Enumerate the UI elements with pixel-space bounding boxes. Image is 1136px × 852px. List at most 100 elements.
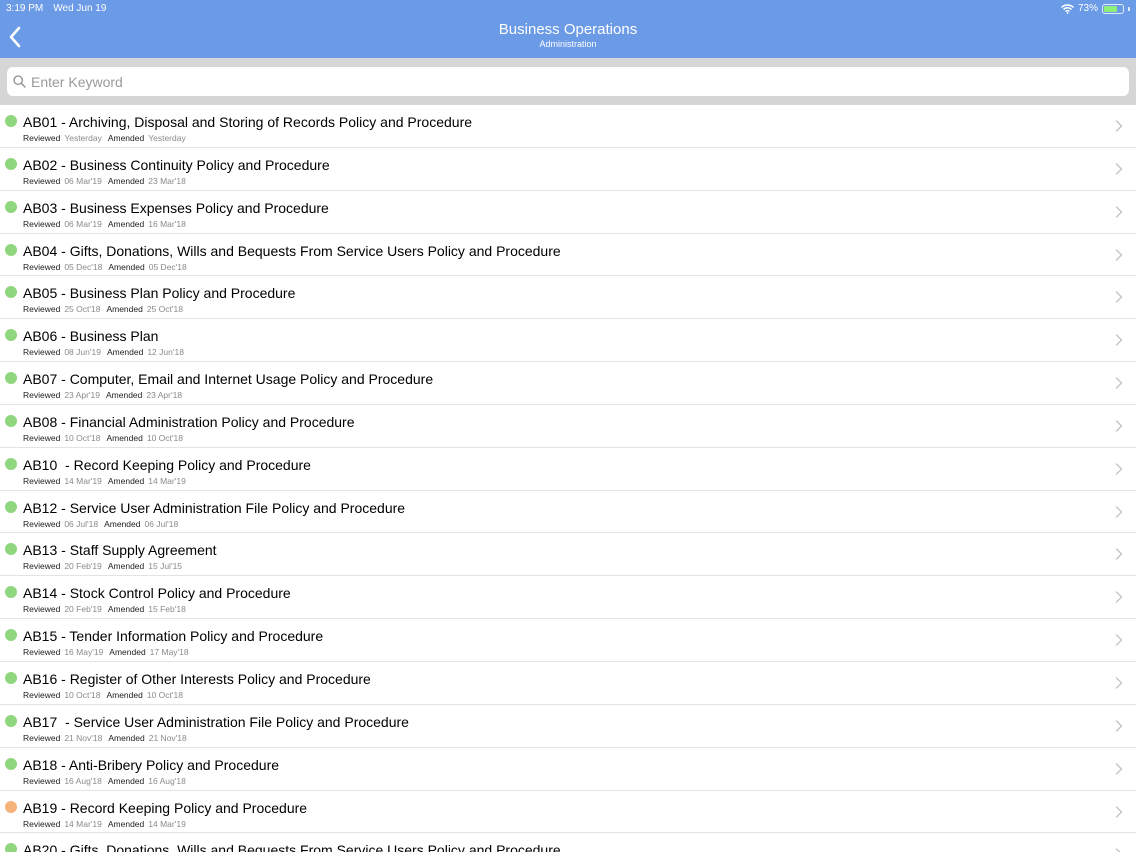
item-meta: Reviewed 14 Mar'19 Amended 14 Mar'19 xyxy=(23,819,192,829)
amended-label: Amended xyxy=(107,218,145,229)
amended-label: Amended xyxy=(104,518,141,529)
item-title: AB15 - Tender Information Policy and Pro… xyxy=(23,628,324,645)
list-item[interactable]: AB03 - Business Expenses Policy and Proc… xyxy=(0,191,1136,234)
chevron-right-icon xyxy=(1115,291,1123,304)
item-meta: Reviewed Yesterday Amended Yesterday xyxy=(23,133,192,143)
chevron-right-icon xyxy=(1115,548,1123,561)
item-meta: Reviewed 06 Mar'19 Amended 16 Mar'18 xyxy=(23,219,192,229)
status-dot xyxy=(5,629,17,642)
reviewed-date: 16 Aug'18 xyxy=(64,775,102,786)
list-item[interactable]: AB15 - Tender Information Policy and Pro… xyxy=(0,619,1136,662)
amended-label: Amended xyxy=(107,561,145,572)
status-dot xyxy=(5,157,17,170)
status-dot xyxy=(5,543,17,556)
list-item[interactable]: AB20 - Gifts, Donations, Wills and Beque… xyxy=(0,833,1136,852)
status-dot xyxy=(5,286,17,299)
list-item[interactable]: AB01 - Archiving, Disposal and Storing o… xyxy=(0,105,1136,148)
reviewed-label: Reviewed xyxy=(23,261,61,272)
list-item[interactable]: AB14 - Stock Control Policy and Procedur… xyxy=(0,576,1136,620)
item-title: AB02 - Business Continuity Policy and Pr… xyxy=(23,156,330,173)
list-item[interactable]: AB12 - Service User Administration File … xyxy=(0,491,1136,534)
status-dot xyxy=(5,586,17,599)
reviewed-label: Reviewed xyxy=(23,304,61,315)
reviewed-label: Reviewed xyxy=(23,475,61,486)
amended-date: 10 Oct'18 xyxy=(146,432,183,443)
item-title: AB12 - Service User Administration File … xyxy=(23,499,406,516)
item-title: AB19 - Record Keeping Policy and Procedu… xyxy=(23,799,308,816)
amended-date: 14 Mar'19 xyxy=(148,475,186,486)
item-meta: Reviewed 16 Aug'18 Amended 16 Aug'18 xyxy=(23,776,192,786)
amended-date: Yesterday xyxy=(148,133,186,143)
reviewed-label: Reviewed xyxy=(23,175,61,186)
reviewed-label: Reviewed xyxy=(23,604,61,615)
amended-date: 21 Nov'18 xyxy=(148,732,187,743)
reviewed-date: 14 Mar'19 xyxy=(64,818,102,829)
list-item[interactable]: AB08 - Financial Administration Policy a… xyxy=(0,405,1136,448)
reviewed-label: Reviewed xyxy=(23,218,61,229)
list-item[interactable]: AB19 - Record Keeping Policy and Procedu… xyxy=(0,791,1136,834)
list-item[interactable]: AB18 - Anti-Bribery Policy and Procedure… xyxy=(0,748,1136,791)
search-input[interactable] xyxy=(31,73,1111,90)
reviewed-date: 20 Feb'19 xyxy=(64,561,102,572)
reviewed-label: Reviewed xyxy=(23,689,61,700)
reviewed-date: 08 Jun'19 xyxy=(64,347,101,358)
list-item[interactable]: AB05 - Business Plan Policy and Procedur… xyxy=(0,276,1136,320)
chevron-right-icon xyxy=(1115,334,1123,346)
status-dot xyxy=(5,243,17,256)
reviewed-label: Reviewed xyxy=(23,647,61,658)
chevron-right-icon xyxy=(1115,120,1123,132)
amended-date: 16 Aug'18 xyxy=(148,775,186,786)
item-meta: Reviewed 14 Mar'19 Amended 14 Mar'19 xyxy=(23,476,192,486)
amended-date: 15 Feb'18 xyxy=(148,604,186,615)
item-meta: Reviewed 10 Oct'18 Amended 10 Oct'18 xyxy=(23,690,189,700)
amended-label: Amended xyxy=(108,261,145,272)
item-meta: Reviewed 10 Oct'18 Amended 10 Oct'18 xyxy=(23,433,189,443)
item-meta: Reviewed 23 Apr'19 Amended 23 Apr'18 xyxy=(23,390,188,400)
status-dot xyxy=(5,200,17,213)
list-item[interactable]: AB13 - Staff Supply Agreement Reviewed 20 … xyxy=(0,533,1136,577)
status-bar-right: 73% xyxy=(1060,3,1130,14)
list-item[interactable]: AB17 - Service User Administration File … xyxy=(0,705,1136,748)
status-dot xyxy=(5,757,17,770)
search-field[interactable] xyxy=(7,67,1129,96)
reviewed-label: Reviewed xyxy=(23,432,61,443)
item-title: AB20 - Gifts, Donations, Wills and Beque… xyxy=(23,842,561,852)
chevron-right-icon xyxy=(1115,163,1123,175)
chevron-right-icon xyxy=(1115,463,1123,475)
status-dot xyxy=(5,115,17,127)
list-item[interactable]: AB02 - Business Continuity Policy and Pr… xyxy=(0,148,1136,191)
reviewed-date: 06 Mar'19 xyxy=(64,175,102,186)
reviewed-date: 10 Oct'18 xyxy=(64,689,101,700)
item-meta: Reviewed 06 Jul'18 Amended 06 Jul'18 xyxy=(23,519,184,529)
status-dot xyxy=(5,329,17,342)
chevron-right-icon xyxy=(1115,591,1123,603)
list-item[interactable]: AB06 - Business Plan Reviewed 08 Jun'19 Ame… xyxy=(0,319,1136,363)
status-dot xyxy=(5,500,17,513)
list-item[interactable]: AB04 - Gifts, Donations, Wills and Beque… xyxy=(0,234,1136,277)
item-title: AB13 - Staff Supply Agreement xyxy=(23,542,217,559)
item-title: AB18 - Anti-Bribery Policy and Procedure xyxy=(23,756,280,773)
amended-date: 17 May'18 xyxy=(149,647,189,658)
item-title: AB17 - Service User Administration File … xyxy=(23,713,409,730)
reviewed-date: 14 Mar'19 xyxy=(64,475,102,486)
chevron-right-icon xyxy=(1115,420,1123,432)
list-item[interactable]: AB07 - Computer, Email and Internet Usag… xyxy=(0,362,1136,405)
amended-label: Amended xyxy=(107,475,145,486)
amended-date: 23 Mar'18 xyxy=(148,175,186,186)
chevron-right-icon xyxy=(1115,248,1123,261)
battery-fill xyxy=(1104,5,1118,12)
reviewed-label: Reviewed xyxy=(23,561,61,572)
item-meta: Reviewed 05 Dec'18 Amended 05 Dec'18 xyxy=(23,262,193,272)
reviewed-label: Reviewed xyxy=(23,775,61,786)
item-title: AB05 - Business Plan Policy and Procedur… xyxy=(23,285,296,302)
reviewed-label: Reviewed xyxy=(23,390,61,401)
item-meta: Reviewed 16 May'19 Amended 17 May'18 xyxy=(23,647,195,657)
amended-date: 14 Mar'19 xyxy=(148,818,186,829)
chevron-right-icon xyxy=(1115,505,1123,518)
reviewed-date: 05 Dec'18 xyxy=(64,261,103,272)
list-item[interactable]: AB10 - Record Keeping Policy and Procedu… xyxy=(0,448,1136,491)
list-item[interactable]: AB16 - Register of Other Interests Polic… xyxy=(0,662,1136,705)
page-subtitle: Administration xyxy=(539,39,597,49)
search-icon xyxy=(13,75,26,88)
search-bar xyxy=(0,58,1136,105)
